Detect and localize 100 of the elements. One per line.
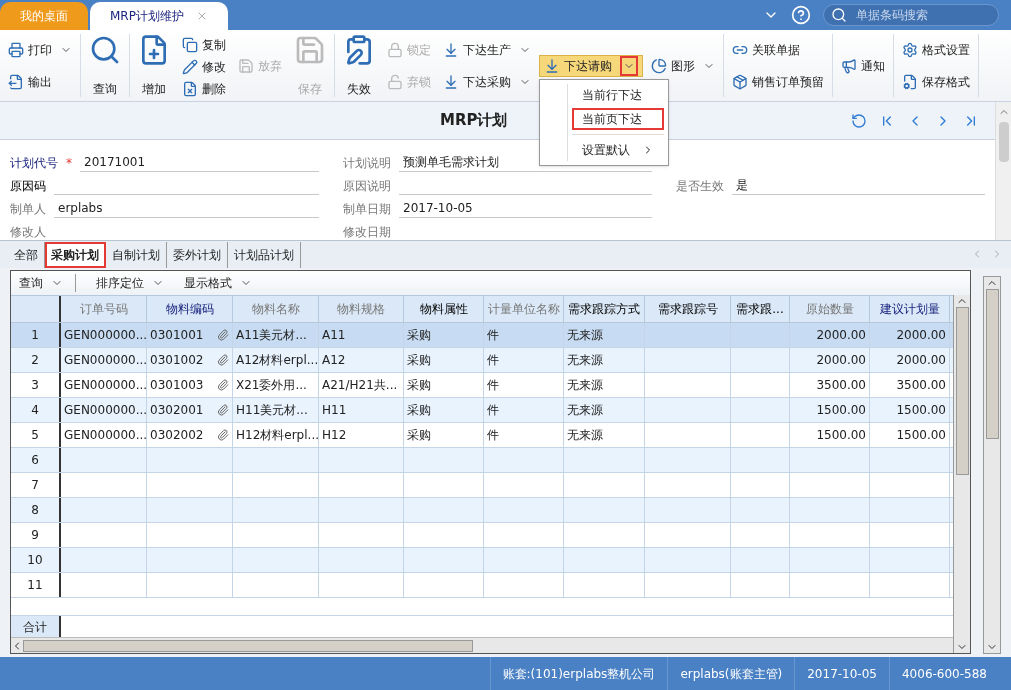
column-header[interactable]: 计量单位名称 — [484, 296, 564, 322]
column-header[interactable]: 需求跟... — [731, 296, 790, 322]
toolbar-button[interactable]: 打印 — [4, 39, 76, 61]
input-field[interactable]: 是 — [732, 177, 985, 195]
table-cell-text: 1500.00 — [816, 427, 866, 444]
table-row[interactable]: 1 GEN000000... 0301001 A11美元材... A11 采购 件 无来源 2000.00 2000.00 — [11, 323, 954, 348]
table-cell-text: 0302001 — [150, 402, 204, 419]
toolbar-button[interactable]: 失效 — [339, 34, 379, 98]
paperclip-icon[interactable] — [217, 429, 229, 441]
status-text: erplabs(账套主管) — [667, 657, 795, 690]
paperclip-icon[interactable] — [217, 354, 229, 366]
table-row[interactable]: 11 — [11, 573, 954, 598]
table-row[interactable]: 5 GEN000000... 0302002 H12材料erpl... H12 采购 件 无来源 1500.00 1500.00 — [11, 423, 954, 448]
toolbar-button[interactable]: 修改 — [178, 56, 230, 78]
column-header[interactable]: 物料编码 — [147, 296, 233, 322]
column-header[interactable]: 物料规格 — [319, 296, 404, 322]
vertical-scrollbar[interactable] — [983, 276, 1001, 654]
paperclip-icon[interactable] — [217, 404, 229, 416]
toolbar-button[interactable]: 删除 — [178, 78, 230, 100]
document-gear-icon — [902, 74, 918, 90]
table-cell-text: 件 — [487, 427, 499, 444]
toolbar-button[interactable]: 复制 — [178, 34, 230, 56]
menu-item[interactable]: 当前行下达 — [572, 84, 664, 106]
table-cell-text: GEN000000... — [64, 352, 148, 369]
table-cell-text: 件 — [487, 327, 499, 344]
table-cell-text: GEN000000... — [64, 402, 148, 419]
table-cell-text: A12材料erpl... — [236, 352, 319, 369]
refresh-icon[interactable] — [851, 112, 867, 129]
lock-icon — [387, 42, 403, 58]
toolbar-button[interactable]: 图形 — [647, 55, 719, 77]
row-number: 11 — [11, 573, 61, 597]
toolbar-button[interactable]: 查询 — [85, 34, 125, 98]
table-row[interactable]: 8 — [11, 498, 954, 523]
table-cell-text: 采购 — [407, 352, 431, 369]
toolbar-button[interactable]: 下达采购 — [439, 71, 535, 93]
delete-document-icon — [182, 81, 198, 97]
menu-item[interactable]: 当前页下达 — [572, 108, 664, 130]
toolbar-button[interactable]: 输出 — [4, 71, 56, 93]
field-label: 制单人 — [10, 201, 46, 218]
toolbar-button[interactable]: 通知 — [837, 55, 889, 77]
status-text: 账套:(101)erplabs整机公司 — [489, 657, 668, 690]
field-label: 制单日期 — [343, 201, 391, 218]
field-label: 修改人 — [10, 224, 46, 240]
horizontal-scrollbar[interactable] — [11, 637, 954, 653]
table-row[interactable]: 10 — [11, 548, 954, 573]
table-cell-text: 采购 — [407, 377, 431, 394]
column-header[interactable]: 原始数量 — [790, 296, 870, 322]
scroll-thumb[interactable] — [998, 122, 1009, 162]
field-label: 是否生效 — [676, 178, 724, 195]
toolbar-button[interactable]: 保存格式 — [898, 71, 974, 93]
table-cell-text: 3500.00 — [896, 377, 946, 394]
grid-menu-button[interactable]: 显示格式 — [184, 274, 252, 292]
app-tab[interactable]: MRP计划维护 — [90, 2, 228, 30]
table-row[interactable]: 6 — [11, 448, 954, 473]
pie-chart-icon — [651, 58, 667, 74]
field-label: 原因说明 — [343, 178, 391, 195]
table-cell-text: 采购 — [407, 327, 431, 344]
vertical-scrollbar[interactable] — [953, 295, 971, 653]
table-row[interactable]: 2 GEN000000... 0301002 A12材料erpl... A12 采购 件 无来源 2000.00 2000.00 — [11, 348, 954, 373]
paperclip-icon[interactable] — [217, 329, 229, 341]
sub-tab[interactable]: 采购计划 — [45, 242, 106, 268]
toolbar-button[interactable]: 下达生产 — [439, 39, 535, 61]
column-header[interactable]: 需求跟踪号 — [645, 296, 731, 322]
column-header[interactable]: 物料名称 — [233, 296, 319, 322]
table-cell-text: 1500.00 — [896, 402, 946, 419]
table-cell-text: H12 — [322, 427, 347, 444]
table-cell-text: A11美元材... — [236, 327, 307, 344]
input-field[interactable]: 20171001 — [80, 154, 319, 172]
input-field[interactable]: erplabs — [54, 200, 319, 218]
table-cell-text: 0301001 — [150, 327, 204, 344]
toolbar-button[interactable]: 增加 — [134, 34, 174, 98]
toolbar-button[interactable]: 下达请购 — [539, 55, 643, 77]
table-row[interactable]: 4 GEN000000... 0302001 H11美元材... H11 采购 件 无来源 1500.00 1500.00 — [11, 398, 954, 423]
table-cell-text: 无来源 — [567, 402, 603, 419]
dropdown-toggle[interactable] — [620, 56, 638, 76]
toolbar-button[interactable]: 销售订单预留 — [728, 71, 828, 93]
grid-menu-button[interactable]: 查询 — [19, 274, 76, 292]
table-cell-text: 2000.00 — [896, 352, 946, 369]
column-header[interactable]: 订单号码 — [61, 296, 147, 322]
grid-menu-button[interactable]: 排序定位 — [96, 274, 164, 292]
toolbar-button[interactable]: 格式设置 — [898, 39, 974, 61]
status-text: 4006-600-588 — [889, 657, 999, 690]
table-cell-text: GEN000000... — [64, 377, 148, 394]
table-cell-text: A12 — [322, 352, 346, 369]
table-cell-text: 3500.00 — [816, 377, 866, 394]
table-row[interactable]: 7 — [11, 473, 954, 498]
input-field[interactable]: 2017-10-05 — [399, 200, 652, 218]
table-cell-text: 采购 — [407, 427, 431, 444]
column-header[interactable]: 建议计划量 — [870, 296, 950, 322]
help-icon[interactable] — [791, 5, 811, 25]
column-header[interactable]: 需求跟踪方式 — [564, 296, 645, 322]
magnifier-icon — [89, 34, 121, 66]
export-icon — [8, 74, 24, 90]
table-cell-text: 2000.00 — [816, 327, 866, 344]
paperclip-icon[interactable] — [217, 379, 229, 391]
search-field[interactable]: 单据条码搜索 — [823, 4, 999, 26]
table-row[interactable]: 9 — [11, 523, 954, 548]
table-row[interactable]: 3 GEN000000... 0301003 X21委外用... A21/H21共... 采购 件 无来源 3500.00 3500.00 — [11, 373, 954, 398]
column-header[interactable]: 物料属性 — [404, 296, 484, 322]
toolbar-button[interactable]: 关联单据 — [728, 39, 804, 61]
